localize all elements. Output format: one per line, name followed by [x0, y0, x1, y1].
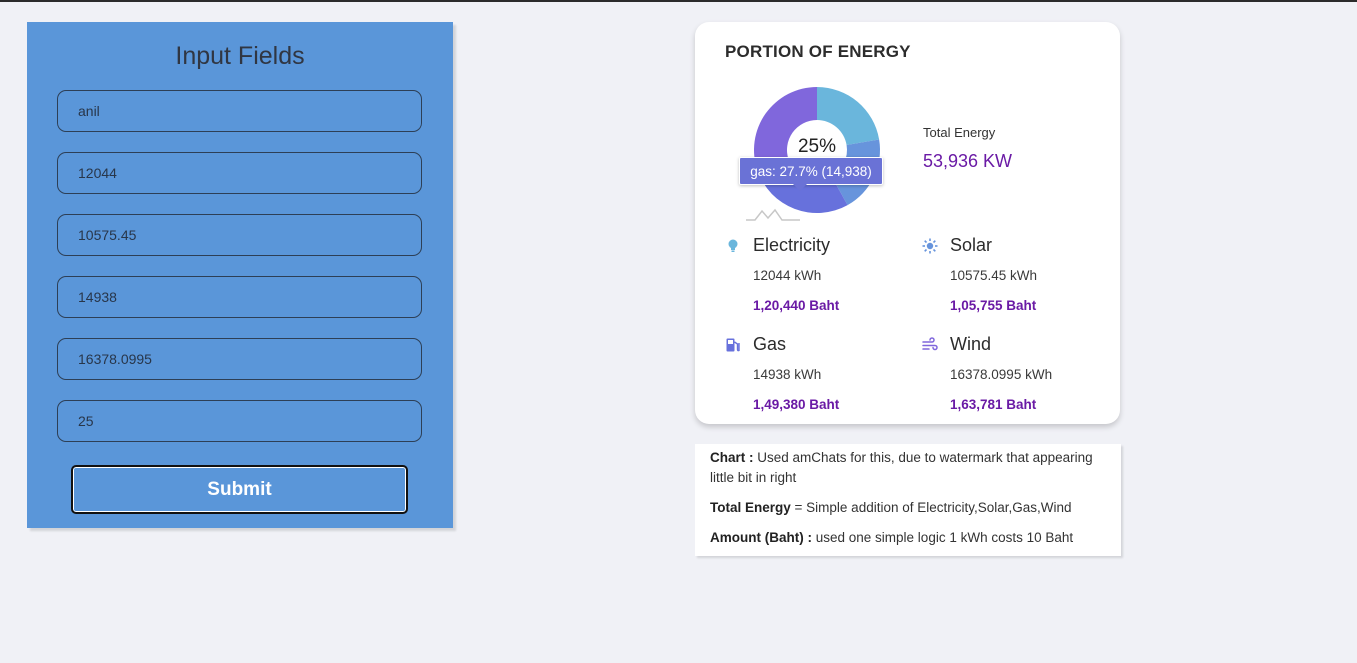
gas-field[interactable]	[57, 276, 422, 318]
source-kwh: 12044 kWh	[753, 268, 822, 283]
source-baht: 1,49,380 Baht	[753, 397, 840, 412]
source-baht: 1,05,755 Baht	[950, 298, 1037, 313]
name-field[interactable]	[57, 90, 422, 132]
energy-card: PORTION OF ENERGY 25% gas: 27.7% (14,938…	[695, 22, 1120, 424]
source-name: Wind	[950, 334, 992, 354]
note-total: Total Energy = Simple addition of Electr…	[710, 498, 1106, 518]
source-kwh: 16378.0995 kWh	[950, 367, 1053, 382]
source-wind: Wind 16378.0995 kWh 1,63,781 Baht	[922, 334, 1112, 424]
source-kwh: 14938 kWh	[753, 367, 822, 382]
solar-field[interactable]	[57, 214, 422, 256]
source-solar: Solar 10575.45 kWh 1,05,755 Baht	[922, 235, 1112, 325]
lightbulb-icon	[728, 239, 738, 252]
wind-icon	[922, 337, 938, 351]
donut-center-label: 25%	[797, 136, 837, 157]
source-name: Solar	[950, 235, 993, 255]
wind-field[interactable]	[57, 338, 422, 380]
notes-box: Chart : Used amChats for this, due to wa…	[695, 444, 1121, 556]
electricity-field[interactable]	[57, 152, 422, 194]
source-kwh: 10575.45 kWh	[950, 268, 1038, 283]
note-amount-text: used one simple logic 1 kWh costs 10 Bah…	[815, 530, 1074, 545]
chart-tooltip: gas: 27.7% (14,938)	[739, 157, 883, 185]
total-energy-value: 53,936 KW	[923, 151, 1013, 171]
total-energy-label: Total Energy	[923, 125, 996, 140]
tooltip-arrow	[793, 184, 807, 191]
source-baht: 1,63,781 Baht	[950, 397, 1037, 412]
source-gas: Gas 14938 kWh 1,49,380 Baht	[725, 334, 915, 424]
input-panel-title: Input Fields	[175, 42, 305, 70]
note-chart-text: Used amChats for this, due to watermark …	[710, 450, 1093, 485]
note-chart-label: Chart :	[710, 450, 754, 465]
submit-button[interactable]: Submit	[71, 465, 408, 514]
sun-icon	[922, 238, 938, 254]
source-name: Gas	[753, 334, 787, 354]
note-amount: Amount (Baht) : used one simple logic 1 …	[710, 528, 1106, 548]
source-electricity: Electricity 12044 kWh 1,20,440 Baht	[725, 235, 915, 325]
input-panel: Input Fields Submit	[27, 22, 453, 528]
note-total-text: = Simple addition of Electricity,Solar,G…	[794, 500, 1072, 515]
note-total-label: Total Energy	[710, 500, 791, 515]
amcharts-watermark-icon[interactable]	[745, 206, 801, 222]
note-chart: Chart : Used amChats for this, due to wa…	[710, 448, 1106, 488]
card-title: PORTION OF ENERGY	[725, 42, 911, 61]
percentage-field[interactable]	[57, 400, 422, 442]
source-name: Electricity	[753, 235, 831, 255]
source-baht: 1,20,440 Baht	[753, 298, 840, 313]
note-amount-label: Amount (Baht) :	[710, 530, 812, 545]
gas-pump-icon	[726, 338, 740, 352]
